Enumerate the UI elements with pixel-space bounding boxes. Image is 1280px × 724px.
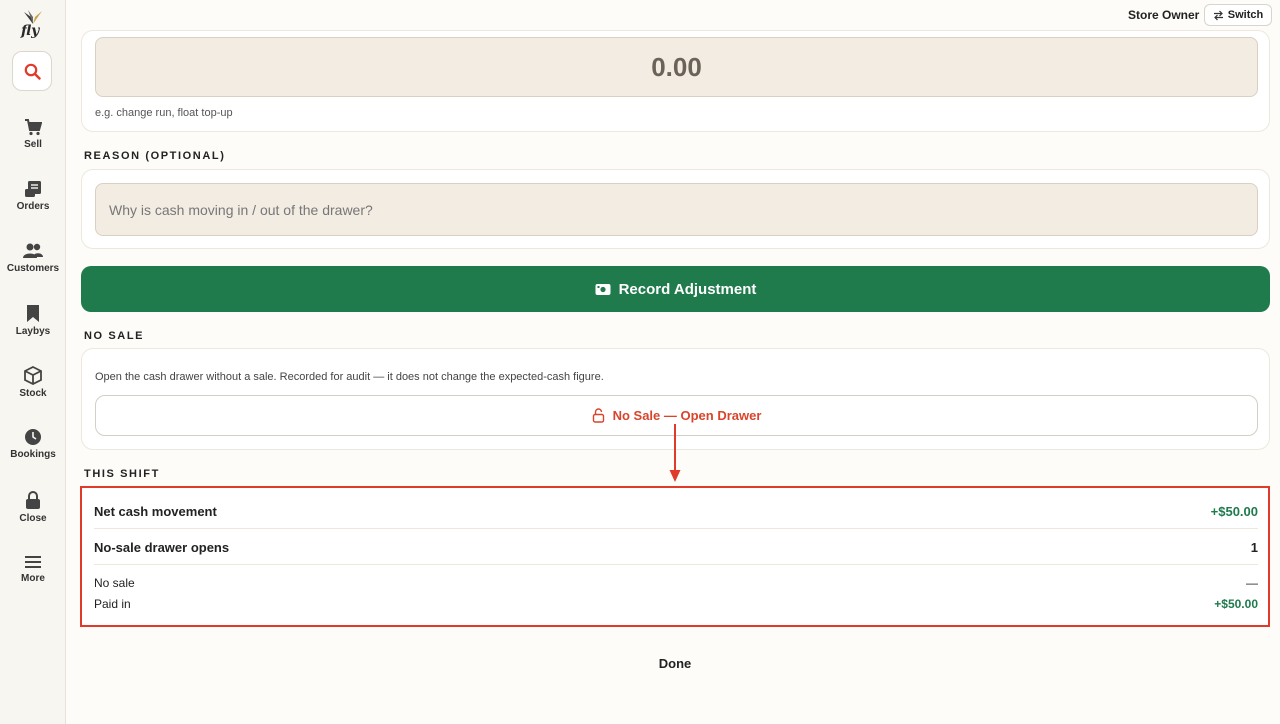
lock-icon — [26, 491, 40, 509]
sidebar-item-label: Customers — [6, 263, 60, 274]
sidebar-item-orders[interactable]: Orders — [0, 180, 66, 230]
amount-card: 0.00 e.g. change run, float top-up — [81, 30, 1270, 132]
sidebar-item-bookings[interactable]: Bookings — [0, 428, 66, 478]
sidebar-item-label: Stock — [19, 388, 47, 399]
list-item: Paid in +$50.00 — [94, 597, 1258, 611]
search-icon — [24, 63, 41, 80]
cart-icon — [25, 119, 42, 136]
people-icon — [23, 243, 43, 258]
sidebar-item-label: Close — [19, 513, 47, 524]
current-user-name: Store Owner — [1128, 8, 1200, 22]
entry-label: Paid in — [94, 597, 131, 611]
reason-input[interactable] — [95, 183, 1258, 236]
reason-card — [81, 169, 1270, 249]
sidebar-item-label: Laybys — [15, 326, 51, 337]
record-adjustment-label: Record Adjustment — [618, 280, 757, 298]
sidebar-item-customers[interactable]: Customers — [0, 242, 66, 292]
no-sale-opens-label: No-sale drawer opens — [94, 540, 230, 555]
entry-value: — — [1246, 576, 1258, 590]
divider — [94, 528, 1258, 529]
this-shift-section-label: THIS SHIFT — [84, 468, 160, 480]
sidebar-item-label: Orders — [16, 201, 50, 212]
swap-icon — [1213, 10, 1223, 20]
reason-section-label: REASON (OPTIONAL) — [84, 150, 226, 162]
entry-value: +$50.00 — [1214, 597, 1258, 611]
this-shift-summary: Net cash movement +$50.00 No-sale drawer… — [80, 486, 1270, 627]
sidebar-item-label: More — [21, 573, 45, 584]
sidebar-item-more[interactable]: More — [0, 554, 66, 604]
clock-icon — [25, 429, 41, 445]
amount-value: 0.00 — [651, 51, 702, 82]
sidebar-item-laybys[interactable]: Laybys — [0, 304, 66, 354]
switch-label: Switch — [1227, 9, 1264, 21]
no-sale-button-label: No Sale — Open Drawer — [612, 408, 762, 423]
sidebar-item-label: Bookings — [10, 449, 56, 460]
sidebar-item-stock[interactable]: Stock — [0, 366, 66, 416]
switch-user-button[interactable]: Switch — [1204, 4, 1272, 26]
net-cash-row: Net cash movement +$50.00 — [94, 504, 1258, 519]
box-icon — [24, 366, 42, 385]
menu-icon — [25, 556, 41, 568]
divider — [94, 564, 1258, 565]
amount-hint: e.g. change run, float top-up — [95, 107, 233, 119]
record-adjustment-button[interactable]: Record Adjustment — [81, 266, 1270, 312]
no-sale-section-label: NO SALE — [84, 330, 145, 342]
no-sale-description: Open the cash drawer without a sale. Rec… — [95, 371, 604, 383]
no-sale-opens-row: No-sale drawer opens 1 — [94, 540, 1258, 555]
net-cash-label: Net cash movement — [94, 504, 217, 519]
sidebar: fly Sell Orders Customers Laybys Stock B… — [0, 0, 66, 724]
search-button[interactable] — [12, 51, 52, 91]
receipt-icon — [25, 181, 41, 197]
net-cash-value: +$50.00 — [1210, 504, 1258, 519]
unlock-icon — [592, 408, 604, 423]
annotation-arrow-icon — [669, 424, 681, 482]
logo-text: fly — [21, 23, 40, 39]
no-sale-opens-value: 1 — [1250, 540, 1258, 555]
entry-label: No sale — [94, 576, 135, 590]
list-item: No sale — — [94, 576, 1258, 590]
sidebar-item-label: Sell — [24, 139, 42, 150]
amount-input[interactable]: 0.00 — [95, 37, 1258, 97]
sidebar-item-close[interactable]: Close — [0, 490, 66, 540]
bookmark-icon — [27, 305, 39, 322]
done-button[interactable]: Done — [35, 656, 1280, 671]
cash-icon — [595, 283, 611, 295]
sidebar-item-sell[interactable]: Sell — [0, 118, 66, 168]
